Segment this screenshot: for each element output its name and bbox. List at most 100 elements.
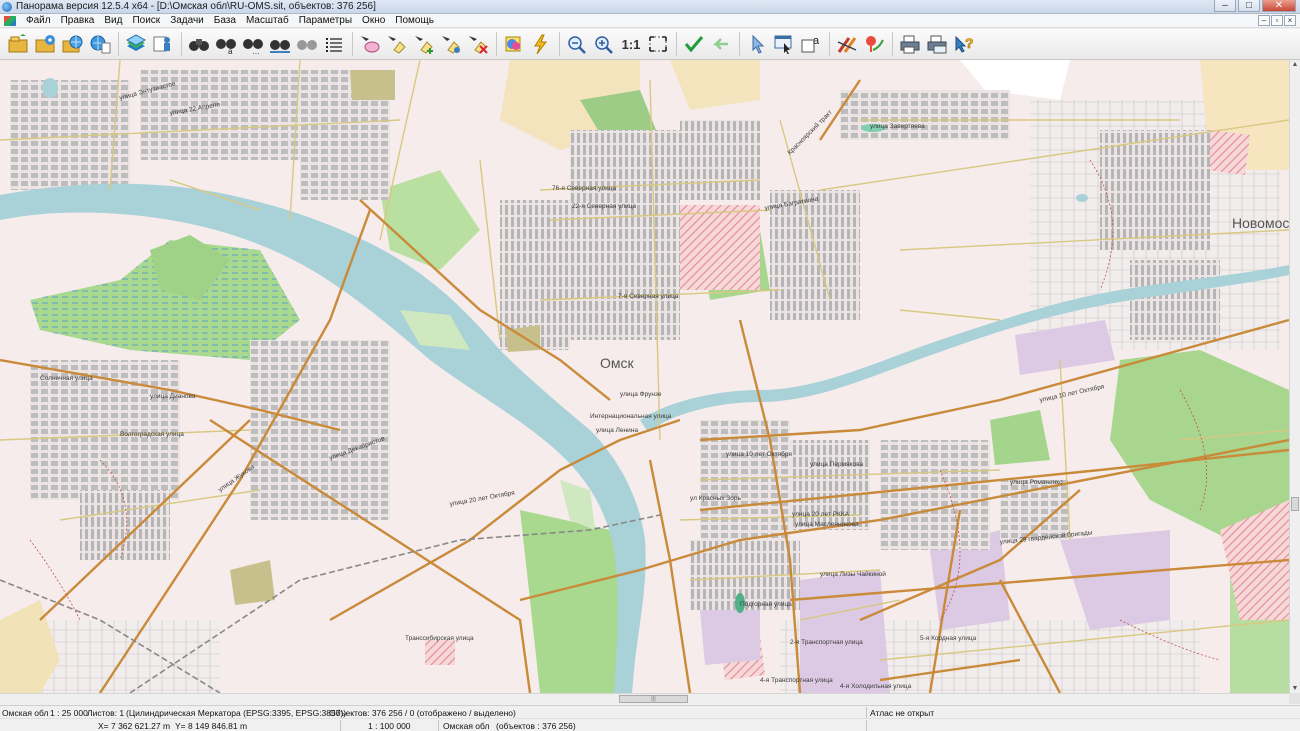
fit-extent-button[interactable]: [645, 31, 671, 57]
status-divider: [438, 720, 439, 731]
status-scale: 1 : 25 000: [50, 708, 88, 718]
scroll-up-arrow[interactable]: ▲: [1291, 60, 1299, 69]
document-icon[interactable]: [4, 15, 16, 26]
route-button[interactable]: [861, 31, 887, 57]
lightning-button[interactable]: [528, 31, 554, 57]
binoculars-more-button[interactable]: …: [240, 31, 266, 57]
menu-scale[interactable]: Масштаб: [241, 15, 294, 26]
city-label-omsk: Омск: [600, 355, 635, 371]
delete-object-button[interactable]: [465, 31, 491, 57]
binoculars-search-button[interactable]: [186, 31, 212, 57]
title-bar: Панорама версия 12.5.4 x64 - [D:\Омская …: [0, 0, 1300, 14]
map-info-button[interactable]: [150, 31, 176, 57]
binoculars-dots-icon: …: [243, 39, 263, 54]
menu-edit[interactable]: Правка: [56, 15, 100, 26]
open-map-button[interactable]: [6, 31, 32, 57]
private-houses-north-2: [680, 120, 760, 200]
document-close-button[interactable]: ×: [1284, 15, 1296, 26]
map-view[interactable]: Омск Новомоско 76-я Северная улица 22-я …: [0, 60, 1289, 693]
binoculars-disabled-button[interactable]: [294, 31, 320, 57]
binoculars-area-button[interactable]: [267, 31, 293, 57]
checkmark-icon: [684, 36, 704, 53]
draw-tools-button[interactable]: [834, 31, 860, 57]
toolbar-separator: [676, 32, 677, 56]
back-button[interactable]: [708, 31, 734, 57]
map-canvas[interactable]: Омск Новомоско 76-я Северная улица 22-я …: [0, 60, 1289, 693]
help-question-icon: ?: [955, 35, 974, 53]
street-label: улица Романенко: [1010, 479, 1063, 486]
zoom-in-icon: [595, 36, 613, 54]
app-icon: [2, 1, 12, 12]
document-restore-button[interactable]: ▫: [1271, 15, 1283, 26]
street-label: Транссибирская улица: [405, 634, 474, 642]
help-button[interactable]: ?: [951, 31, 977, 57]
print-preview-button[interactable]: [924, 31, 950, 57]
menu-file[interactable]: Файл: [21, 15, 56, 26]
maximize-button[interactable]: □: [1238, 0, 1260, 12]
hatched-zone-southwest: [425, 640, 455, 665]
private-houses-east: [1130, 260, 1220, 340]
street-label: улица 10 лет Октября: [726, 450, 792, 458]
status-object-count: (объектов : 376 256): [496, 721, 576, 731]
zoom-in-button[interactable]: [591, 31, 617, 57]
palette-button[interactable]: [501, 31, 527, 57]
hatched-zone-northeast: [1205, 130, 1250, 175]
apply-button[interactable]: [681, 31, 707, 57]
binoculars-name-search-button[interactable]: a: [213, 31, 239, 57]
status-projection: (Цилиндрическая Меркатора (EPSG:3395, EP…: [126, 708, 347, 718]
street-label: 2-я Транспортная улица: [790, 639, 863, 646]
print-button[interactable]: [897, 31, 923, 57]
scale-one-to-one-button[interactable]: 1:1: [618, 31, 644, 57]
horizontal-scroll-thumb[interactable]: |||: [619, 695, 688, 703]
list-icon: [326, 38, 342, 52]
arrow-left-icon: [712, 38, 728, 50]
pointer-button[interactable]: [744, 31, 770, 57]
scroll-down-arrow[interactable]: ▼: [1291, 684, 1299, 693]
world-list-button[interactable]: [87, 31, 113, 57]
menu-help[interactable]: Помощь: [390, 15, 439, 26]
select-object-button[interactable]: [357, 31, 383, 57]
close-button[interactable]: ✕: [1262, 0, 1296, 12]
residential-block-northeast: [840, 90, 1010, 140]
menu-parameters[interactable]: Параметры: [294, 15, 357, 26]
text-label-button[interactable]: a: [798, 31, 824, 57]
add-map-button[interactable]: [33, 31, 59, 57]
add-object-button[interactable]: [411, 31, 437, 57]
draw-tools-icon: [837, 37, 857, 53]
move-object-button[interactable]: [438, 31, 464, 57]
document-window-controls: – ▫ ×: [1258, 15, 1296, 26]
street-label: 4-я Транспортная улица: [760, 677, 833, 684]
layers-icon: [125, 34, 147, 51]
binoculars-disabled-icon: [297, 40, 317, 50]
zoom-out-button[interactable]: [564, 31, 590, 57]
menu-search[interactable]: Поиск: [127, 15, 165, 26]
vertical-scrollbar[interactable]: ▲ ▼: [1289, 60, 1300, 693]
toolbar-separator: [829, 32, 830, 56]
minimize-button[interactable]: –: [1214, 0, 1236, 12]
vertical-scroll-thumb[interactable]: [1291, 497, 1299, 511]
document-minimize-button[interactable]: –: [1258, 15, 1270, 26]
private-houses-north: [570, 130, 680, 340]
menu-view[interactable]: Вид: [99, 15, 127, 26]
edit-object-button[interactable]: [384, 31, 410, 57]
city-label-novomoskovka: Новомоско: [1232, 215, 1289, 231]
open-globe-button[interactable]: [60, 31, 86, 57]
object-list-button[interactable]: [321, 31, 347, 57]
street-label: улица Дианова: [150, 393, 196, 400]
menu-tasks[interactable]: Задачи: [165, 15, 209, 26]
status-divider: [340, 720, 341, 731]
menu-window[interactable]: Окно: [357, 15, 390, 26]
layers-button[interactable]: [123, 31, 149, 57]
scale-one-to-one-label: 1:1: [621, 36, 641, 52]
status-objects: Объектов: 376 256 / 0 (отображено / выде…: [329, 708, 516, 718]
printer-icon: [900, 35, 920, 54]
street-label: Подгорная улица: [740, 601, 792, 608]
street-label: улица Пермякова: [810, 461, 863, 468]
cursor-icon: [752, 34, 765, 54]
menu-database[interactable]: База: [209, 15, 241, 26]
scroll-corner: [1289, 693, 1300, 704]
horizontal-scrollbar[interactable]: |||: [0, 693, 1289, 704]
residential-block-east: [880, 440, 990, 550]
status-y-coordinate: Y= 8 149 846.81 m: [175, 721, 248, 731]
select-window-button[interactable]: [771, 31, 797, 57]
